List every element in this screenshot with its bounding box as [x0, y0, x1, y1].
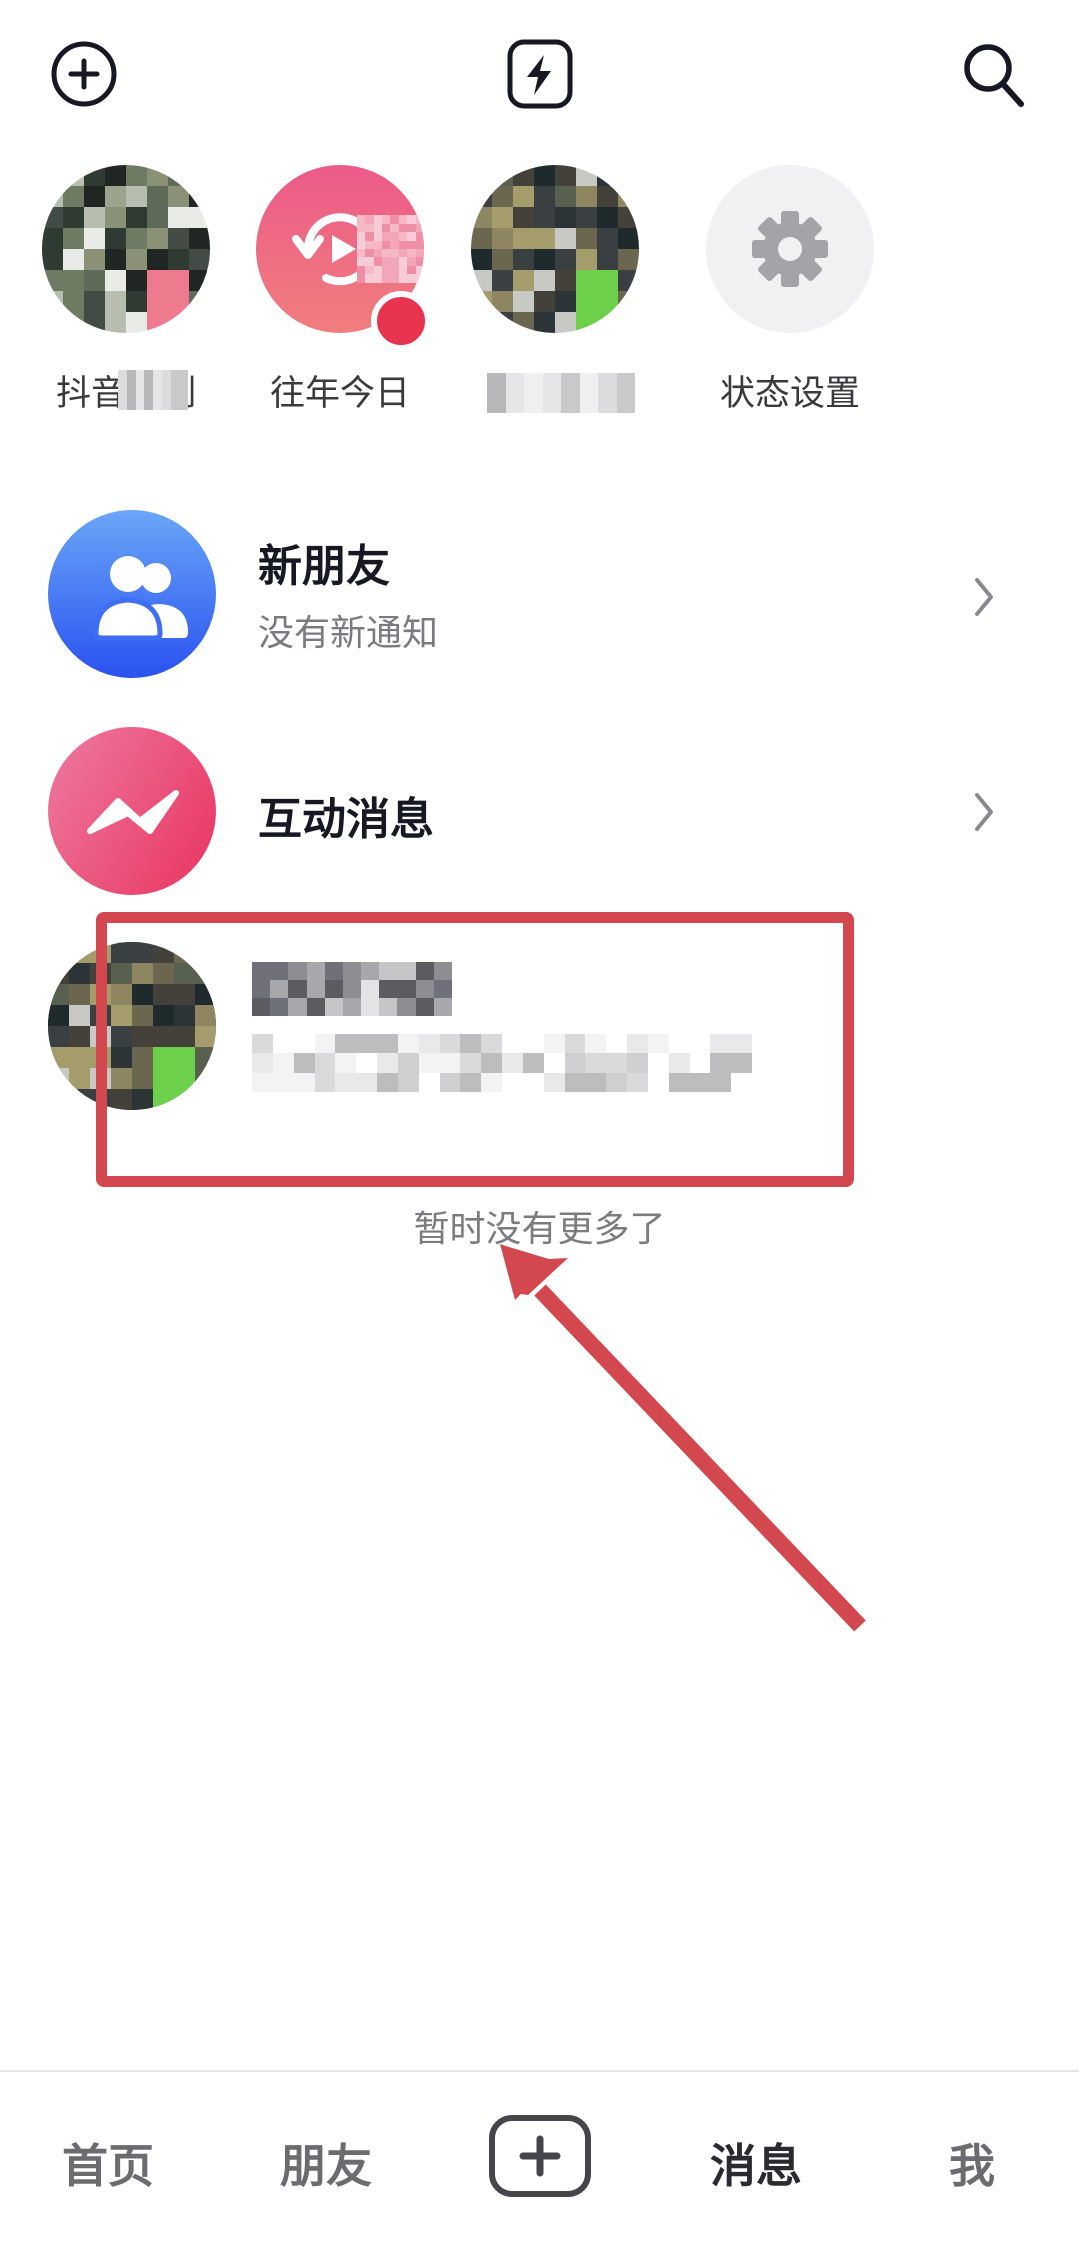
story-item[interactable]: 往年今日	[250, 165, 431, 414]
interactions-row[interactable]: 互动消息	[0, 727, 1079, 897]
chevron-right-icon	[975, 578, 993, 616]
annotation-highlight-box	[96, 912, 854, 1187]
avatar	[471, 165, 639, 333]
status-settings[interactable]: 状态设置	[700, 165, 880, 414]
chevron-right-icon	[975, 793, 993, 831]
flash-button[interactable]	[503, 38, 575, 110]
settings-circle	[706, 165, 874, 333]
story-label: 往年今日	[269, 374, 410, 414]
story-item[interactable]: 抖音时刻	[36, 165, 216, 414]
pixelated-overlay	[118, 370, 188, 410]
add-circle-icon	[51, 41, 117, 107]
interactions-avatar	[48, 727, 216, 895]
nav-home[interactable]: 首页	[18, 2130, 198, 2196]
notification-dot	[371, 291, 431, 351]
row-subtitle: 没有新通知	[258, 613, 439, 654]
users-icon	[93, 556, 188, 641]
search-icon	[964, 44, 1024, 107]
row-title: 新朋友	[258, 541, 390, 592]
pixelated-label	[487, 373, 635, 413]
search-button[interactable]	[958, 38, 1030, 110]
avatar	[42, 165, 210, 333]
end-of-list-text: 暂时没有更多了	[413, 1209, 666, 1250]
nav-friends[interactable]: 朋友	[236, 2130, 416, 2196]
plus-square-icon	[489, 2115, 591, 2197]
messenger-bolt-icon	[87, 790, 179, 834]
story-label: 状态设置	[719, 374, 860, 414]
nav-me[interactable]: 我	[882, 2130, 1062, 2196]
new-friends-row[interactable]: 新朋友 没有新通知	[0, 510, 1079, 680]
new-friends-avatar	[48, 510, 216, 678]
create-button[interactable]	[487, 2113, 593, 2199]
nav-messages[interactable]: 消息	[666, 2130, 846, 2196]
bottom-nav-divider	[0, 2070, 1079, 2072]
flash-icon	[507, 39, 573, 109]
row-title: 互动消息	[258, 794, 434, 845]
story-item[interactable]	[465, 165, 645, 413]
add-button[interactable]	[48, 38, 120, 110]
gear-icon	[752, 211, 828, 287]
